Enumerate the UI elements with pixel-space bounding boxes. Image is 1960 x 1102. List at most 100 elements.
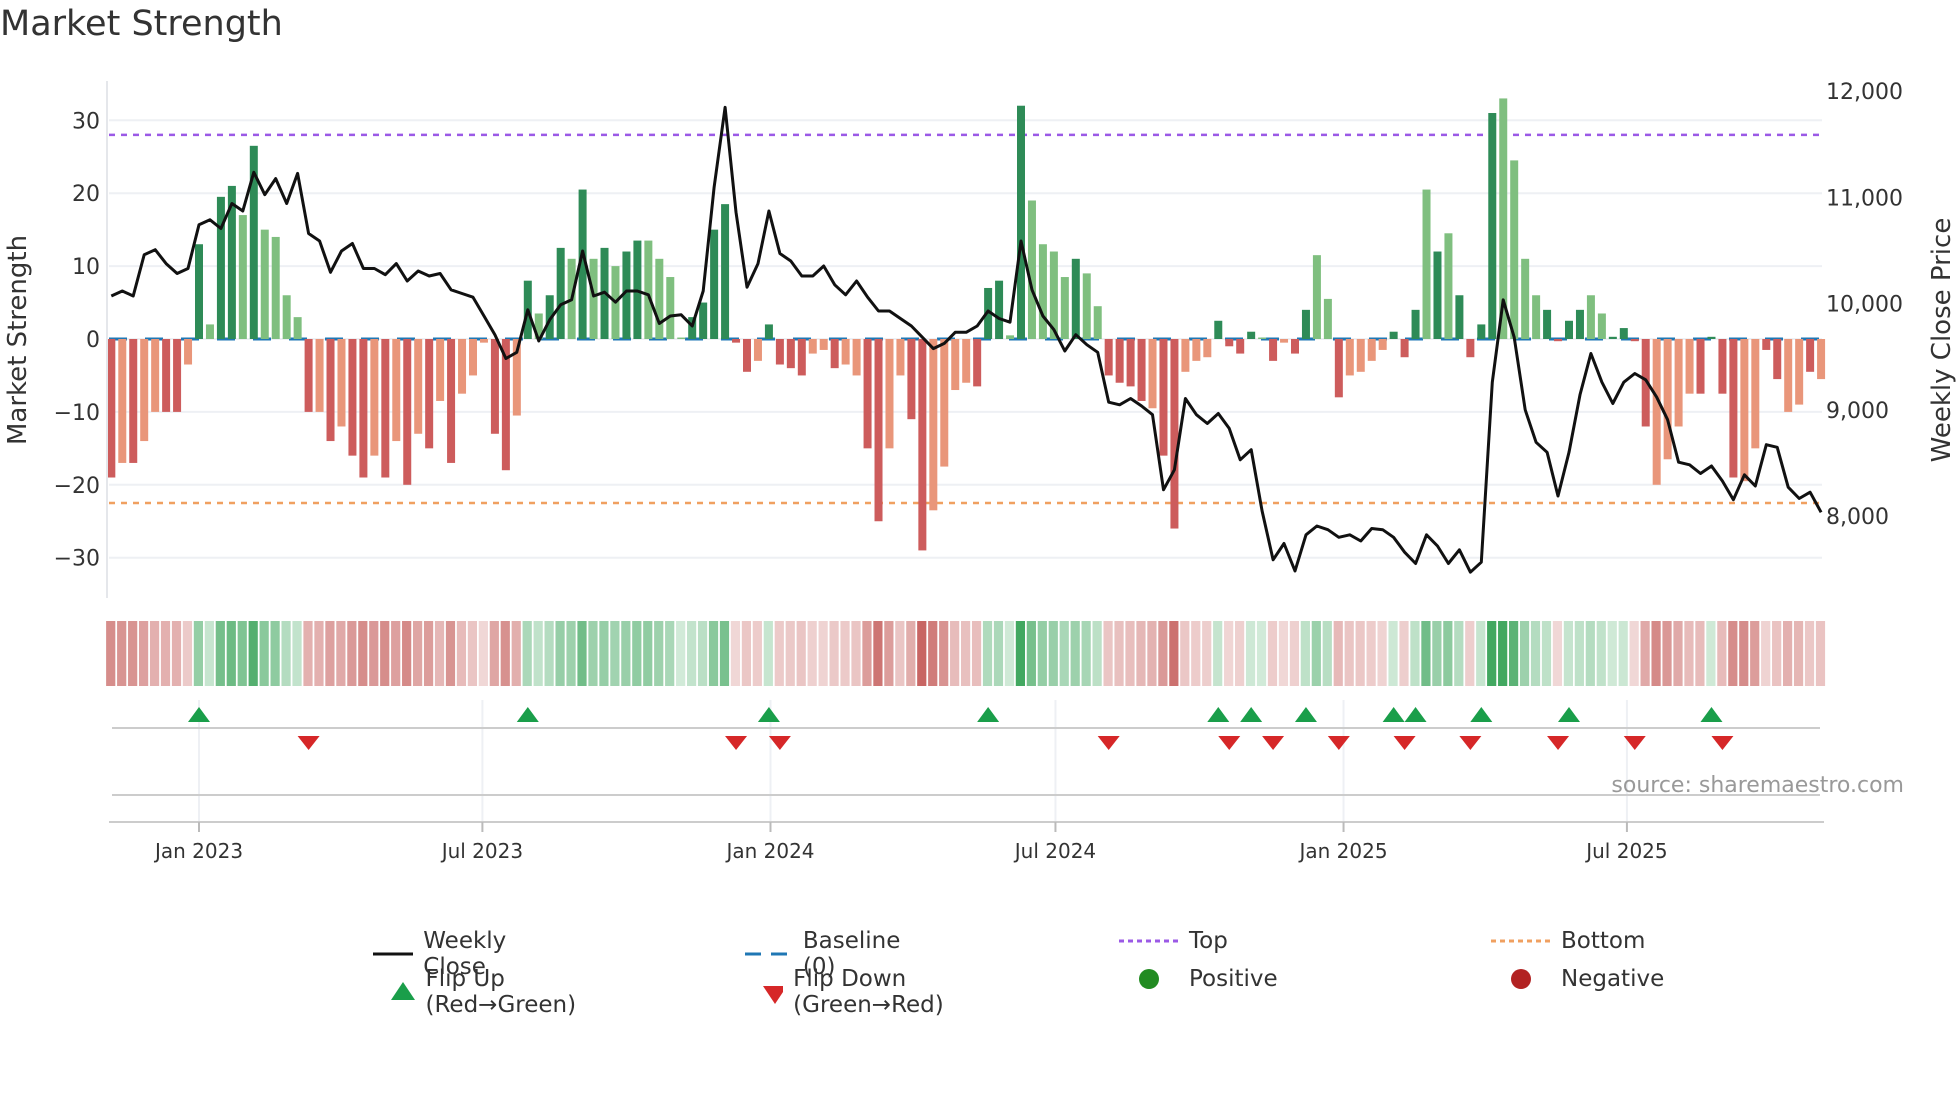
dashed-line-icon bbox=[745, 952, 793, 956]
negative-bar bbox=[797, 339, 806, 376]
flip-up-marker bbox=[516, 707, 539, 722]
negative-bar bbox=[775, 339, 784, 365]
positive-bar bbox=[1060, 277, 1069, 339]
circle-icon bbox=[1139, 969, 1159, 989]
negative-bar bbox=[1148, 339, 1157, 409]
negative-bar bbox=[436, 339, 445, 401]
strip-cell bbox=[270, 621, 280, 686]
positive-bar bbox=[699, 302, 708, 339]
strip-cell bbox=[1366, 621, 1376, 686]
positive-bar bbox=[764, 324, 773, 339]
strip-cell bbox=[1158, 621, 1168, 686]
strip-cell bbox=[1476, 621, 1486, 686]
strip-cell bbox=[1355, 621, 1365, 686]
flip-up-marker bbox=[188, 707, 210, 722]
strip-cell bbox=[237, 621, 247, 686]
positive-bar bbox=[1433, 251, 1442, 339]
strength-bars bbox=[107, 98, 1826, 551]
strip-cell bbox=[654, 621, 664, 686]
negative-bar bbox=[129, 339, 138, 463]
legend-flip-up: Flip Up (Red→Green) bbox=[373, 966, 594, 1018]
positive-bar bbox=[666, 277, 675, 339]
negative-bar bbox=[479, 339, 488, 343]
flip-up-marker bbox=[1470, 707, 1493, 722]
strip-cell bbox=[1224, 621, 1234, 686]
strip-cell bbox=[665, 621, 675, 686]
negative-bar bbox=[1554, 339, 1563, 342]
y2-tick-label: 8,000 bbox=[1826, 505, 1889, 530]
triangle-up-icon bbox=[391, 982, 415, 1000]
flip-up-marker bbox=[977, 707, 1000, 722]
x-tick-label: Jan 2024 bbox=[724, 839, 814, 863]
positive-bar bbox=[1323, 298, 1332, 339]
strip-cell bbox=[402, 621, 412, 686]
negative-bar bbox=[1126, 339, 1135, 387]
triangle-down-icon bbox=[763, 986, 784, 1004]
strip-cell bbox=[566, 621, 576, 686]
strip-cell bbox=[1750, 621, 1760, 686]
positive-bar bbox=[1510, 160, 1519, 339]
strip-cell bbox=[1289, 621, 1299, 686]
positive-bar bbox=[644, 240, 653, 339]
negative-bar bbox=[808, 339, 817, 354]
negative-bar bbox=[304, 339, 313, 412]
x-tick-label: Jul 2024 bbox=[1013, 839, 1096, 863]
strip-cell bbox=[1245, 621, 1256, 686]
strip-cell bbox=[347, 621, 357, 686]
negative-bar bbox=[1203, 339, 1212, 358]
x-tick-label: Jul 2023 bbox=[440, 839, 523, 863]
market-strength-chart: 30 20 10 0 −10 −20 −30 12,000 11,000 10,000 9,000 8… bbox=[3, 80, 1957, 863]
positive-bar bbox=[1543, 309, 1552, 339]
strip-cell bbox=[1640, 621, 1650, 686]
strip-cell bbox=[1388, 621, 1398, 686]
legend-positive: Positive bbox=[1119, 966, 1278, 992]
strip-cell bbox=[1070, 621, 1080, 686]
strip-cell bbox=[500, 621, 510, 686]
strip-cell bbox=[1706, 621, 1716, 686]
negative-bar bbox=[1345, 339, 1354, 376]
legend-negative: Negative bbox=[1491, 966, 1664, 992]
positive-bar bbox=[995, 280, 1004, 339]
strip-cell bbox=[632, 621, 642, 686]
strip-cell bbox=[610, 621, 620, 686]
positive-bar bbox=[282, 295, 291, 339]
strip-cell bbox=[719, 621, 730, 686]
strip-cell bbox=[1541, 621, 1552, 686]
flip-down-marker bbox=[1393, 736, 1416, 750]
strip-cell bbox=[1048, 621, 1058, 686]
positive-bar bbox=[1455, 295, 1464, 339]
y2-axis-label: Weekly Close Price bbox=[1927, 218, 1957, 463]
positive-bar bbox=[238, 215, 247, 339]
negative-bar bbox=[1181, 339, 1190, 372]
strip-cell bbox=[1684, 621, 1694, 686]
strip-cell bbox=[358, 621, 368, 686]
positive-bar bbox=[1214, 320, 1223, 339]
negative-bar bbox=[118, 339, 127, 463]
strip-cell bbox=[1552, 621, 1563, 686]
strip-cell bbox=[982, 621, 993, 686]
strip-cell bbox=[1278, 621, 1289, 686]
positive-bar bbox=[1038, 244, 1047, 339]
strip-cell bbox=[884, 621, 894, 686]
y2-tick-label: 12,000 bbox=[1826, 80, 1903, 105]
flip-down-marker bbox=[1327, 736, 1350, 750]
strip-cell bbox=[939, 621, 949, 686]
strip-cell bbox=[182, 621, 193, 686]
strip-cell bbox=[807, 621, 817, 686]
y2-tick-label: 11,000 bbox=[1826, 186, 1903, 211]
strip-cell bbox=[1454, 621, 1464, 686]
strip-cell bbox=[1465, 621, 1475, 686]
strip-cell bbox=[1651, 621, 1661, 686]
strip-cell bbox=[741, 621, 751, 686]
legend-label: Flip Up (Red→Green) bbox=[425, 966, 577, 1018]
strip-cell bbox=[522, 621, 532, 686]
strip-cell bbox=[763, 621, 773, 686]
strip-cell bbox=[1618, 621, 1628, 686]
y-tick-label: −10 bbox=[54, 401, 100, 426]
strip-cell bbox=[106, 621, 116, 686]
strip-cell bbox=[391, 621, 401, 686]
strip-cell bbox=[730, 621, 741, 686]
strip-cell bbox=[577, 621, 587, 686]
positive-bar bbox=[1082, 273, 1091, 339]
positive-bar bbox=[260, 229, 269, 339]
